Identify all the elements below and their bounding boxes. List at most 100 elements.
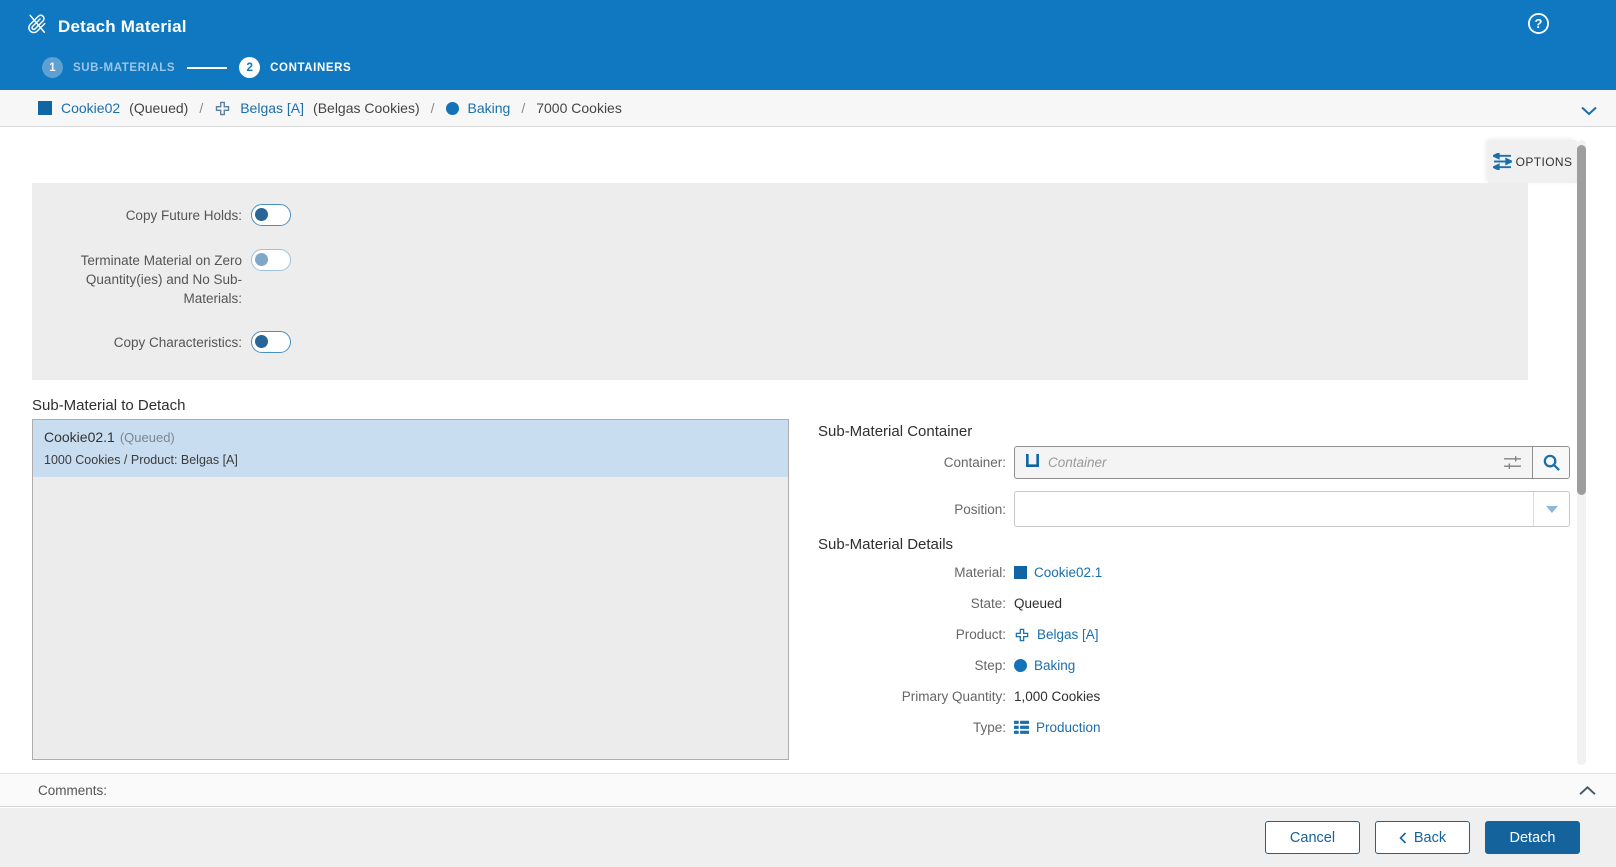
copy-future-holds-toggle[interactable] bbox=[251, 204, 291, 226]
step-link[interactable]: Baking bbox=[1034, 658, 1075, 673]
toggle-knob bbox=[255, 335, 268, 348]
terminate-material-toggle bbox=[251, 249, 291, 271]
copy-characteristics-toggle[interactable] bbox=[251, 331, 291, 353]
detail-row-material: Material: Cookie02.1 bbox=[818, 557, 1570, 588]
options-tab-label: OPTIONS bbox=[1516, 155, 1573, 169]
toggle-label: Copy Future Holds: bbox=[32, 204, 242, 225]
chevron-down-icon[interactable] bbox=[1581, 103, 1597, 119]
footer-actions: Cancel Back Detach bbox=[0, 808, 1616, 867]
step-sub-materials[interactable]: 1 SUB-MATERIALS bbox=[42, 57, 175, 78]
primary-quantity-value: 1,000 Cookies bbox=[1014, 689, 1100, 704]
search-button[interactable] bbox=[1532, 447, 1569, 478]
detach-button-label: Detach bbox=[1510, 830, 1556, 846]
page-title: Detach Material bbox=[58, 17, 187, 37]
detail-label: Type: bbox=[818, 720, 1014, 735]
options-panel: Copy Future Holds: Terminate Material on… bbox=[32, 183, 1528, 380]
toggle-label: Copy Characteristics: bbox=[32, 331, 242, 352]
position-field-row: Position: bbox=[818, 491, 1570, 527]
production-type-icon bbox=[1014, 720, 1029, 735]
list-item-detail: 1000 Cookies / Product: Belgas [A] bbox=[44, 453, 777, 467]
step-containers[interactable]: 2 CONTAINERS bbox=[239, 57, 351, 78]
step-icon bbox=[1014, 659, 1027, 672]
container-field-row: Container: bbox=[818, 446, 1570, 479]
comments-section[interactable]: Comments: bbox=[0, 773, 1616, 807]
back-button-label: Back bbox=[1414, 830, 1446, 846]
detail-row-type: Type: Production bbox=[818, 712, 1570, 743]
detail-label: State: bbox=[818, 596, 1014, 611]
filter-sliders-icon[interactable] bbox=[1493, 454, 1532, 471]
list-item-state: (Queued) bbox=[120, 430, 175, 445]
detail-row-state: State: Queued bbox=[818, 588, 1570, 619]
breadcrumb-separator: / bbox=[197, 100, 205, 116]
position-label: Position: bbox=[818, 502, 1014, 517]
container-icon bbox=[1025, 453, 1040, 473]
breadcrumb-material-link[interactable]: Cookie02 bbox=[61, 100, 120, 116]
step-icon bbox=[446, 102, 459, 115]
step-number: 2 bbox=[239, 57, 260, 78]
material-link[interactable]: Cookie02.1 bbox=[1034, 565, 1102, 580]
step-connector bbox=[187, 67, 227, 69]
breadcrumb-step-link[interactable]: Baking bbox=[468, 100, 511, 116]
comments-label: Comments: bbox=[38, 783, 107, 798]
sub-material-list-title: Sub-Material to Detach bbox=[32, 397, 185, 414]
wizard-header: Detach Material ? 1 SUB-MATERIALS 2 CONT… bbox=[0, 0, 1616, 90]
sub-material-container-title: Sub-Material Container bbox=[818, 423, 972, 440]
detail-row-step: Step: Baking bbox=[818, 650, 1570, 681]
chevron-left-icon bbox=[1399, 832, 1407, 844]
step-label: SUB-MATERIALS bbox=[73, 62, 175, 74]
toggle-row: Copy Future Holds: bbox=[32, 204, 1528, 226]
toggle-label: Terminate Material on Zero Quantity(ies)… bbox=[32, 249, 242, 308]
step-number: 1 bbox=[42, 57, 63, 78]
breadcrumb-product-desc: (Belgas Cookies) bbox=[313, 100, 420, 116]
toggle-row: Terminate Material on Zero Quantity(ies)… bbox=[32, 249, 1528, 308]
help-icon[interactable]: ? bbox=[1527, 12, 1550, 35]
container-label: Container: bbox=[818, 455, 1014, 470]
product-link[interactable]: Belgas [A] bbox=[1037, 627, 1099, 642]
detach-button[interactable]: Detach bbox=[1485, 821, 1580, 854]
breadcrumb-separator: / bbox=[429, 100, 437, 116]
product-icon bbox=[214, 100, 231, 117]
step-label: CONTAINERS bbox=[270, 62, 351, 74]
scrollbar-thumb[interactable] bbox=[1577, 145, 1586, 495]
toggle-row: Copy Characteristics: bbox=[32, 331, 1528, 353]
list-item-name: Cookie02.1 bbox=[44, 429, 115, 445]
vertical-scrollbar[interactable] bbox=[1577, 140, 1586, 765]
sub-material-list: Cookie02.1 (Queued) 1000 Cookies / Produc… bbox=[32, 419, 789, 760]
material-icon bbox=[38, 101, 52, 115]
detail-label: Step: bbox=[818, 658, 1014, 673]
search-icon bbox=[1542, 453, 1561, 472]
container-input[interactable] bbox=[1040, 447, 1493, 478]
breadcrumb-separator: / bbox=[519, 100, 527, 116]
toggle-knob bbox=[255, 253, 268, 266]
main-content: OPTIONS Copy Future Holds: Terminate Mat… bbox=[0, 127, 1616, 773]
sub-material-details: Material: Cookie02.1 State: Queued Produ… bbox=[818, 557, 1570, 743]
breadcrumb-product-link[interactable]: Belgas [A] bbox=[240, 100, 304, 116]
type-link[interactable]: Production bbox=[1036, 720, 1101, 735]
container-lookup-field bbox=[1014, 446, 1570, 479]
breadcrumb-quantity: 7000 Cookies bbox=[536, 100, 622, 116]
breadcrumb: Cookie02 (Queued) / Belgas [A] (Belgas C… bbox=[0, 90, 1616, 127]
detail-label: Primary Quantity: bbox=[818, 689, 1014, 704]
options-tab[interactable]: OPTIONS bbox=[1488, 140, 1577, 183]
detail-row-product: Product: Belgas [A] bbox=[818, 619, 1570, 650]
cancel-button-label: Cancel bbox=[1290, 830, 1335, 846]
detail-label: Material: bbox=[818, 565, 1014, 580]
detach-material-icon bbox=[26, 13, 48, 40]
back-button[interactable]: Back bbox=[1375, 821, 1470, 854]
wizard-steps: 1 SUB-MATERIALS 2 CONTAINERS bbox=[42, 57, 351, 78]
material-icon bbox=[1014, 566, 1027, 579]
svg-text:?: ? bbox=[1535, 16, 1543, 31]
toggle-knob bbox=[255, 208, 268, 221]
chevron-up-icon[interactable] bbox=[1579, 785, 1596, 796]
detail-label: Product: bbox=[818, 627, 1014, 642]
breadcrumb-material-state: (Queued) bbox=[129, 100, 188, 116]
state-value: Queued bbox=[1014, 596, 1062, 611]
chevron-down-icon bbox=[1546, 506, 1558, 513]
list-item[interactable]: Cookie02.1 (Queued) 1000 Cookies / Produc… bbox=[33, 420, 788, 477]
dropdown-button[interactable] bbox=[1533, 492, 1569, 526]
detail-row-primary-quantity: Primary Quantity: 1,000 Cookies bbox=[818, 681, 1570, 712]
position-dropdown bbox=[1014, 491, 1570, 527]
options-icon bbox=[1493, 153, 1512, 170]
cancel-button[interactable]: Cancel bbox=[1265, 821, 1360, 854]
product-icon bbox=[1014, 627, 1030, 643]
